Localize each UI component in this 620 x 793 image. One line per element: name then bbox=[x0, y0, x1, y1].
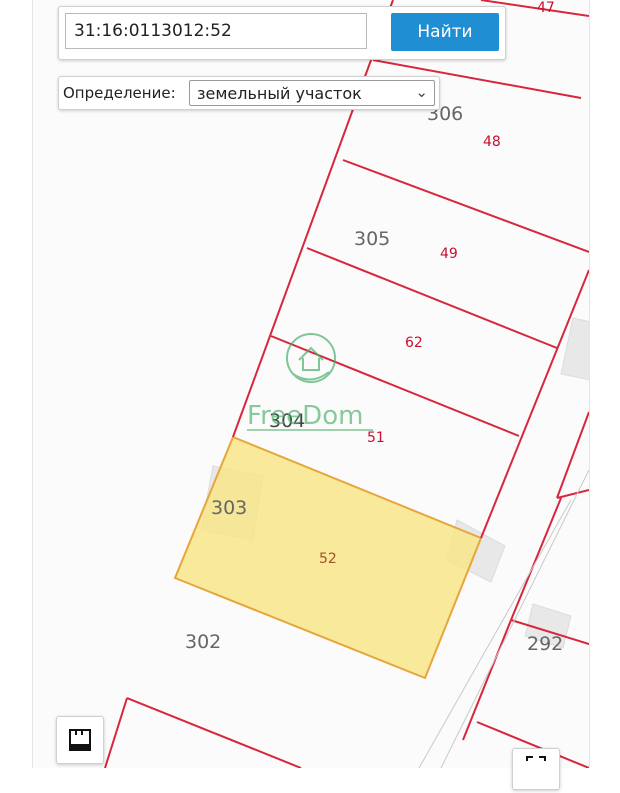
ruler-icon bbox=[69, 729, 91, 751]
ruler-button[interactable] bbox=[56, 716, 104, 764]
map-canvas[interactable]: 306 305 304 303 302 292 47 48 49 62 51 5… bbox=[32, 0, 590, 768]
block-label-292: 292 bbox=[527, 633, 563, 655]
parcel-label-48: 48 bbox=[483, 134, 501, 150]
parcel-boundaries bbox=[104, 0, 589, 768]
block-label-303: 303 bbox=[211, 497, 247, 519]
parcel-label-49: 49 bbox=[440, 246, 458, 262]
chevron-down-icon: ⌄ bbox=[415, 83, 428, 101]
definition-select[interactable]: земельный участок ⌄ bbox=[189, 80, 435, 106]
block-label-302: 302 bbox=[185, 631, 221, 653]
definition-select-value: земельный участок bbox=[197, 84, 362, 103]
block-label-305: 305 bbox=[354, 228, 390, 250]
expand-icon bbox=[526, 756, 546, 761]
watermark-text: FreeDom bbox=[247, 401, 363, 431]
parcel-label-52: 52 bbox=[319, 551, 337, 567]
parcel-label-62: 62 bbox=[405, 335, 423, 351]
parcel-label-47: 47 bbox=[537, 0, 555, 16]
parcel-label-51: 51 bbox=[367, 430, 385, 446]
search-panel: Найти bbox=[58, 6, 506, 60]
definition-label: Определение: bbox=[63, 84, 176, 102]
find-button[interactable]: Найти bbox=[391, 13, 499, 51]
expand-button[interactable] bbox=[512, 748, 560, 790]
definition-panel: Определение: земельный участок ⌄ bbox=[58, 76, 440, 110]
cadastral-search-input[interactable] bbox=[65, 13, 367, 49]
